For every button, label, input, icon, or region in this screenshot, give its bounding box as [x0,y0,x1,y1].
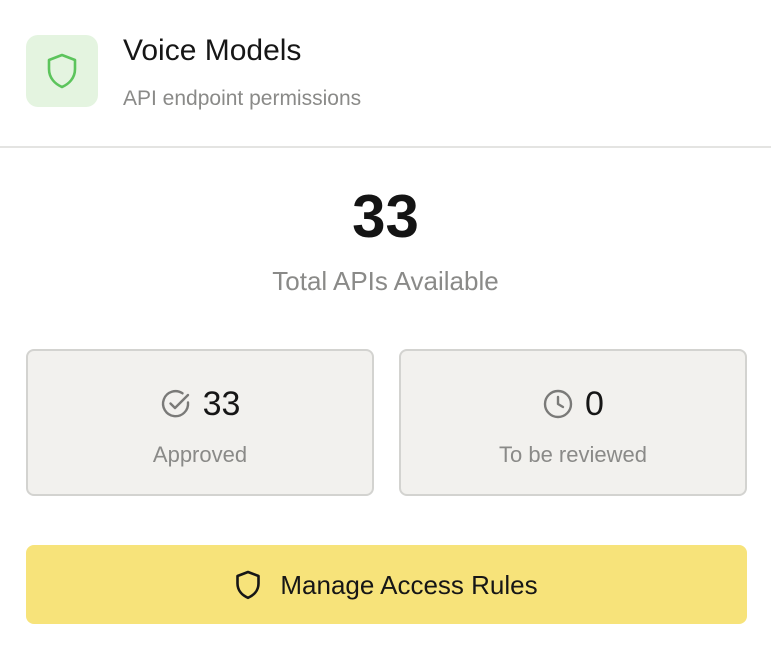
api-permissions-card: Voice Models API endpoint permissions 33… [0,0,771,647]
card-header: Voice Models API endpoint permissions [0,0,771,148]
manage-access-rules-label: Manage Access Rules [280,569,538,600]
review-stat-card: 0 To be reviewed [399,349,747,496]
manage-access-rules-button[interactable]: Manage Access Rules [26,545,747,624]
check-circle-icon [161,390,189,418]
review-stat-header: 0 [401,384,745,424]
review-count: 0 [585,385,604,423]
approved-count: 33 [202,385,241,423]
page-title: Voice Models [123,34,302,67]
shield-icon [236,570,261,599]
total-apis-count: 33 [352,183,419,250]
page-subtitle: API endpoint permissions [123,87,362,110]
shield-logo-box [26,35,98,107]
approved-stat-header: 33 [28,384,372,424]
shield-icon [47,53,77,89]
total-apis-label: Total APIs Available [272,266,499,296]
approved-label: Approved [152,442,248,467]
clock-icon [543,389,573,419]
approved-stat-card: 33 Approved [26,349,374,496]
review-label: To be reviewed [499,442,647,467]
